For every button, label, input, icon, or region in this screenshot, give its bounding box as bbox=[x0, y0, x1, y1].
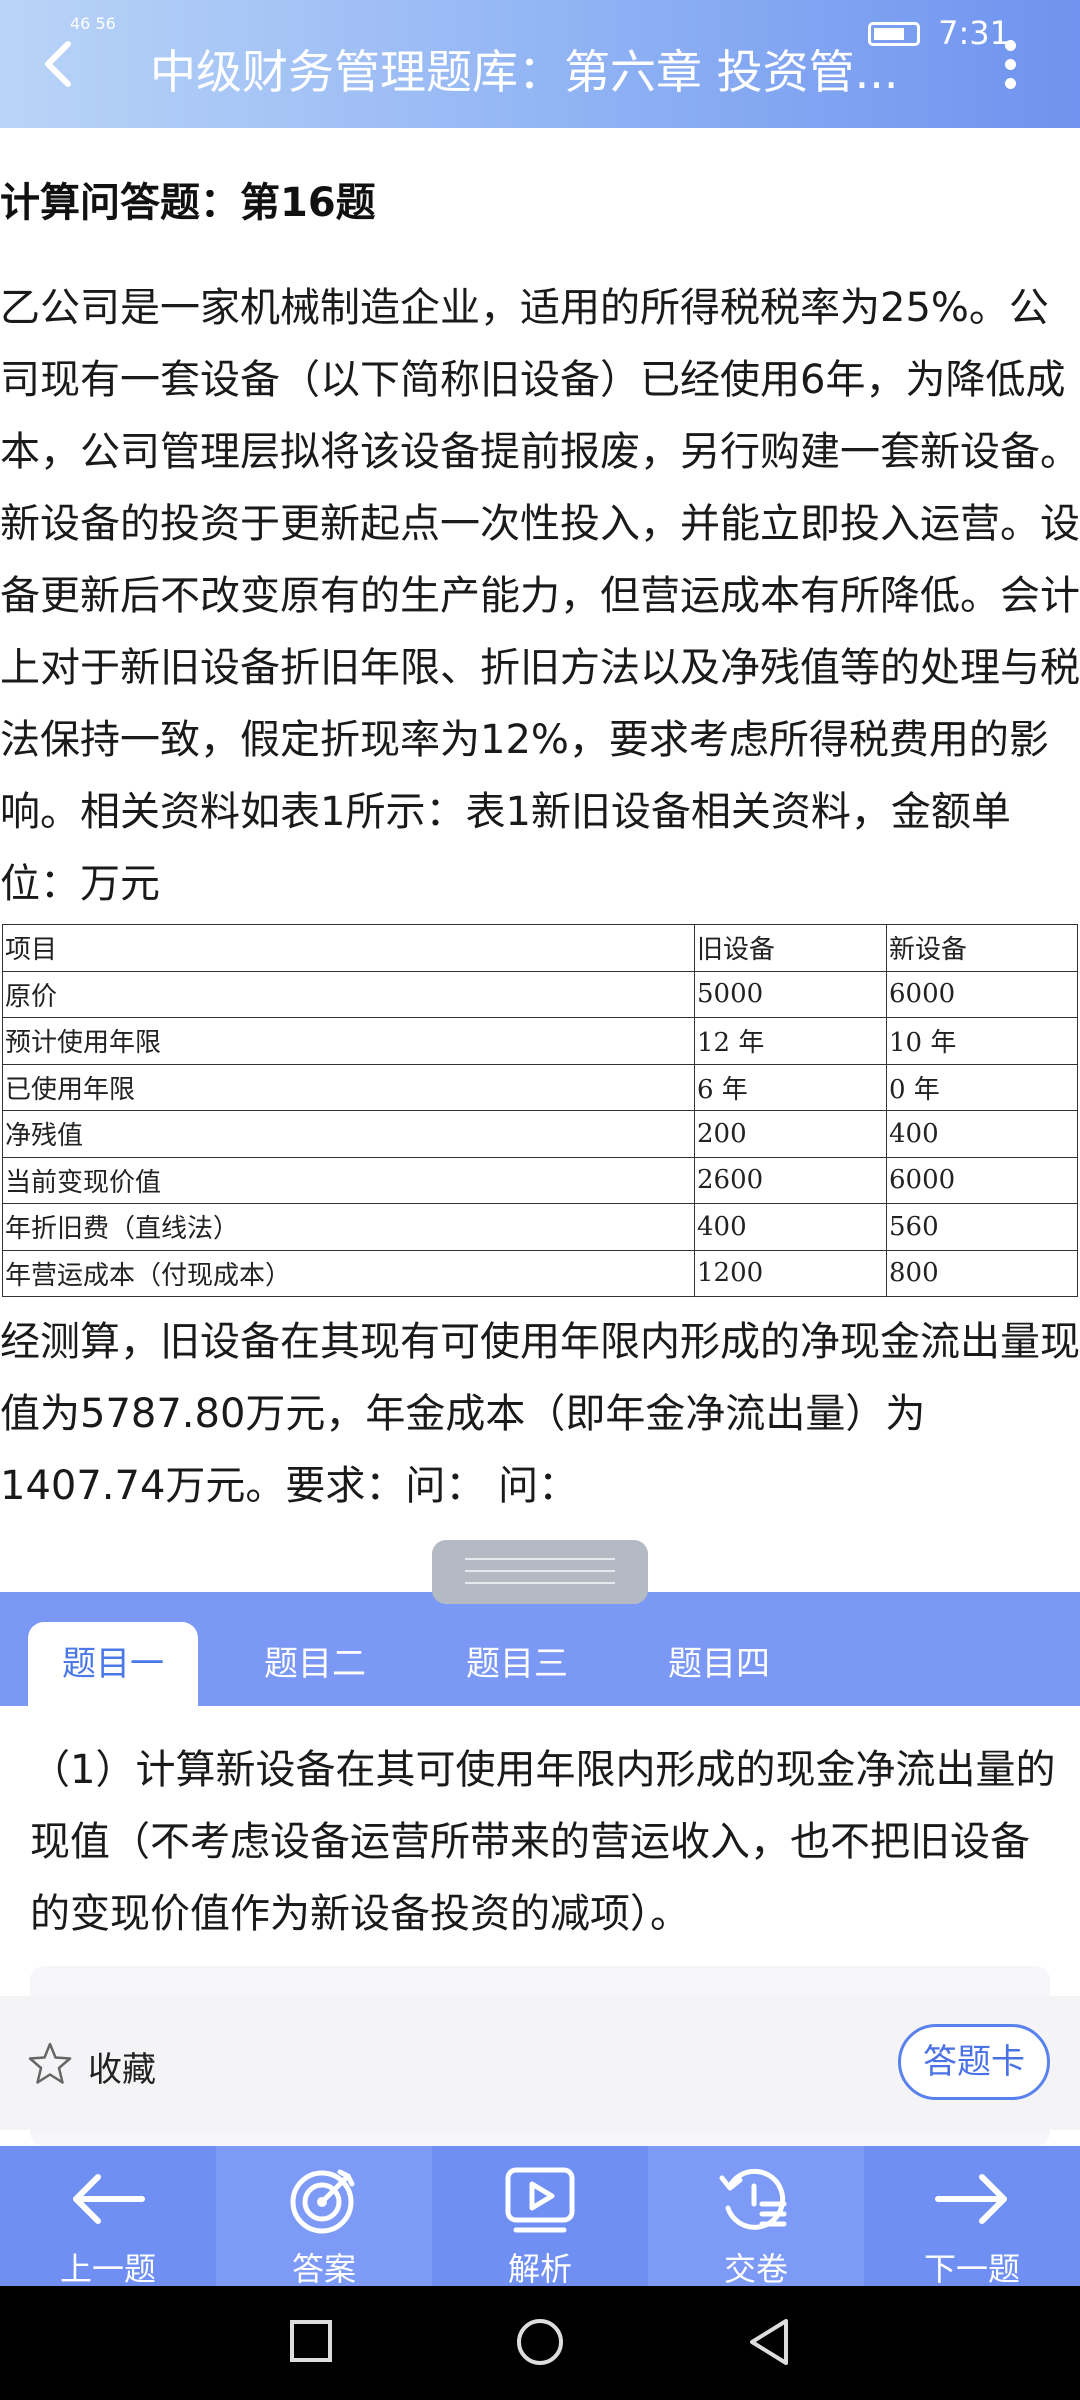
table-cell: 10 年 bbox=[886, 1017, 1078, 1065]
table-cell: 6 年 bbox=[694, 1063, 887, 1111]
table-cell: 5000 bbox=[694, 970, 887, 1018]
table-cell: 净残值 bbox=[2, 1110, 695, 1158]
chevron-left-icon bbox=[45, 41, 71, 87]
sub-question-text: （1）计算新设备在其可使用年限内形成的现金净流出量的现值（不考虑设备运营所带来的… bbox=[30, 1747, 1056, 1937]
submit-icon bbox=[719, 2168, 787, 2230]
nav-label: 上一题 bbox=[59, 2250, 156, 2288]
equipment-data-table: 项目 旧设备 新设备 原价 5000 6000 预计使用年限 12 年 10 年… bbox=[2, 924, 1078, 1297]
app-header: 46 56 7:31 中级财务管理题库：第六章 投资管... bbox=[0, 0, 1080, 128]
favorite-label[interactable]: 收藏 bbox=[88, 2042, 156, 2091]
table-row: 年营运成本（付现成本） 1200 800 bbox=[2, 1249, 1078, 1297]
table-row: 原价 5000 6000 bbox=[2, 970, 1078, 1018]
page-title: 中级财务管理题库：第六章 投资管... bbox=[150, 45, 899, 99]
table-header-cell: 旧设备 bbox=[694, 924, 887, 972]
table-cell: 预计使用年限 bbox=[2, 1017, 695, 1065]
table-cell: 6000 bbox=[886, 970, 1078, 1018]
analysis-button[interactable]: 解析 bbox=[432, 2146, 648, 2288]
table-header-cell: 项目 bbox=[2, 924, 695, 972]
submit-exam-button[interactable]: 交卷 bbox=[648, 2146, 864, 2288]
back-button[interactable] bbox=[30, 34, 90, 94]
table-row: 已使用年限 6 年 0 年 bbox=[2, 1063, 1078, 1111]
table-cell: 400 bbox=[694, 1203, 887, 1251]
nav-label: 答案 bbox=[291, 2250, 356, 2288]
dot-icon bbox=[1004, 40, 1016, 51]
table-header-cell: 新设备 bbox=[886, 924, 1078, 972]
table-cell: 当前变现价值 bbox=[2, 1156, 695, 1204]
table-cell: 800 bbox=[886, 1249, 1078, 1297]
panel-drag-handle[interactable] bbox=[432, 1540, 648, 1604]
back-nav-icon[interactable] bbox=[744, 2316, 794, 2368]
nav-label: 下一题 bbox=[923, 2250, 1020, 2288]
table-cell: 400 bbox=[886, 1110, 1078, 1158]
tab-question-2[interactable]: 题目二 bbox=[230, 1622, 400, 1706]
table-header-row: 项目 旧设备 新设备 bbox=[2, 924, 1078, 972]
question-body: 乙公司是一家机械制造企业，适用的所得税税率为25%。公司现有一套设备（以下简称旧… bbox=[0, 285, 1080, 907]
table-cell: 560 bbox=[886, 1203, 1078, 1251]
table-cell: 0 年 bbox=[886, 1063, 1078, 1111]
tab-question-1[interactable]: 题目一 bbox=[28, 1622, 198, 1706]
dot-icon bbox=[1004, 59, 1016, 70]
tab-question-4[interactable]: 题目四 bbox=[634, 1622, 804, 1706]
next-question-button[interactable]: 下一题 bbox=[864, 2146, 1080, 2288]
home-icon[interactable] bbox=[514, 2316, 566, 2368]
question-body-continued: 经测算，旧设备在其现有可使用年限内形成的净现金流出量现值为5787.80万元，年… bbox=[0, 1319, 1080, 1509]
prev-question-button[interactable]: 上一题 bbox=[0, 2146, 216, 2288]
grip-line bbox=[465, 1582, 615, 1584]
nav-label: 解析 bbox=[507, 2250, 572, 2288]
star-icon[interactable] bbox=[26, 2040, 74, 2088]
video-play-icon bbox=[505, 2167, 575, 2233]
table-cell: 年折旧费（直线法） bbox=[2, 1203, 695, 1251]
system-navigation-bar bbox=[0, 2286, 1080, 2400]
answer-button[interactable]: 答案 bbox=[216, 2146, 432, 2288]
arrow-left-icon bbox=[73, 2174, 145, 2224]
signal-indicator: 46 56 bbox=[70, 14, 116, 33]
bottom-navigation: 上一题 答案 解析 交卷 下一题 bbox=[0, 2146, 1080, 2288]
table-cell: 1200 bbox=[694, 1249, 887, 1297]
table-cell: 原价 bbox=[2, 970, 695, 1018]
table-cell: 已使用年限 bbox=[2, 1063, 695, 1111]
answer-card-button[interactable]: 答题卡 bbox=[898, 2024, 1050, 2100]
grip-line bbox=[465, 1570, 615, 1572]
table-cell: 12 年 bbox=[694, 1017, 887, 1065]
table-row: 预计使用年限 12 年 10 年 bbox=[2, 1017, 1078, 1065]
recents-icon[interactable] bbox=[286, 2316, 336, 2366]
arrow-right-icon bbox=[935, 2174, 1007, 2224]
nav-label: 交卷 bbox=[723, 2250, 788, 2288]
table-row: 净残值 200 400 bbox=[2, 1110, 1078, 1158]
target-icon bbox=[290, 2169, 355, 2234]
favorite-bar: 收藏 答题卡 bbox=[0, 1996, 1080, 2130]
dot-icon bbox=[1004, 78, 1016, 89]
sub-question-tabs: 题目一 题目二 题目三 题目四 bbox=[0, 1592, 1080, 1706]
table-cell: 2600 bbox=[694, 1156, 887, 1204]
grip-line bbox=[465, 1558, 615, 1560]
table-row: 年折旧费（直线法） 400 560 bbox=[2, 1203, 1078, 1251]
table-row: 当前变现价值 2600 6000 bbox=[2, 1156, 1078, 1204]
question-heading: 计算问答题：第16题 bbox=[0, 180, 376, 226]
tab-question-3[interactable]: 题目三 bbox=[432, 1622, 602, 1706]
more-menu-button[interactable] bbox=[1000, 40, 1020, 94]
table-cell: 200 bbox=[694, 1110, 887, 1158]
table-cell: 6000 bbox=[886, 1156, 1078, 1204]
table-cell: 年营运成本（付现成本） bbox=[2, 1249, 695, 1297]
